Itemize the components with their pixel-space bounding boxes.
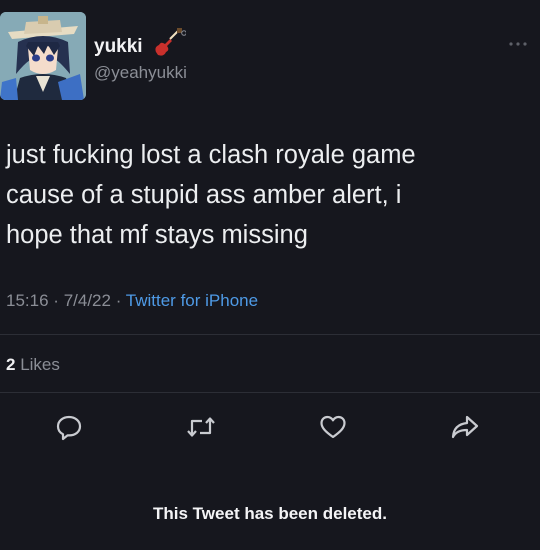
- meta-separator: ·: [53, 291, 59, 310]
- tweet-card: yukki @yeahyukki just fucking lost a cla…: [0, 0, 540, 550]
- divider: [0, 392, 540, 393]
- tweet-text-line: cause of a stupid ass amber alert, i: [6, 181, 402, 209]
- meta-separator: ·: [115, 291, 122, 310]
- tweet-source-link[interactable]: Twitter for iPhone: [126, 291, 258, 310]
- more-options-icon[interactable]: [508, 40, 528, 48]
- tweet-text-line: hope that mf stays missing: [6, 221, 308, 249]
- retweet-button[interactable]: [184, 410, 218, 444]
- tweet-time[interactable]: 15:16: [6, 291, 49, 310]
- retweet-icon: [187, 417, 215, 437]
- share-button[interactable]: [448, 410, 482, 444]
- share-icon: [451, 415, 479, 439]
- likes-label: Likes: [20, 355, 60, 374]
- tweet-date[interactable]: 7/4/22: [64, 291, 111, 310]
- display-name[interactable]: yukki: [94, 36, 143, 58]
- user-handle[interactable]: @yeahyukki: [94, 63, 187, 83]
- avatar[interactable]: [0, 12, 86, 100]
- deleted-notice: This Tweet has been deleted.: [153, 504, 387, 523]
- anime-avatar-icon: [0, 12, 86, 100]
- likes-count: 2: [6, 355, 16, 374]
- likes-stat[interactable]: 2 Likes: [6, 355, 60, 375]
- guitar-icon: [155, 28, 186, 56]
- like-button[interactable]: [316, 410, 350, 444]
- reply-icon: [56, 415, 82, 441]
- reply-button[interactable]: [52, 410, 86, 444]
- tweet-text-line: just fucking lost a clash royale game: [6, 141, 416, 169]
- divider: [0, 334, 540, 335]
- tweet-meta: 15:16 · 7/4/22 · Twitter for iPhone: [6, 291, 258, 311]
- tweet-text: just fucking lost a clash royale game ca…: [6, 135, 526, 255]
- like-icon: [320, 415, 346, 439]
